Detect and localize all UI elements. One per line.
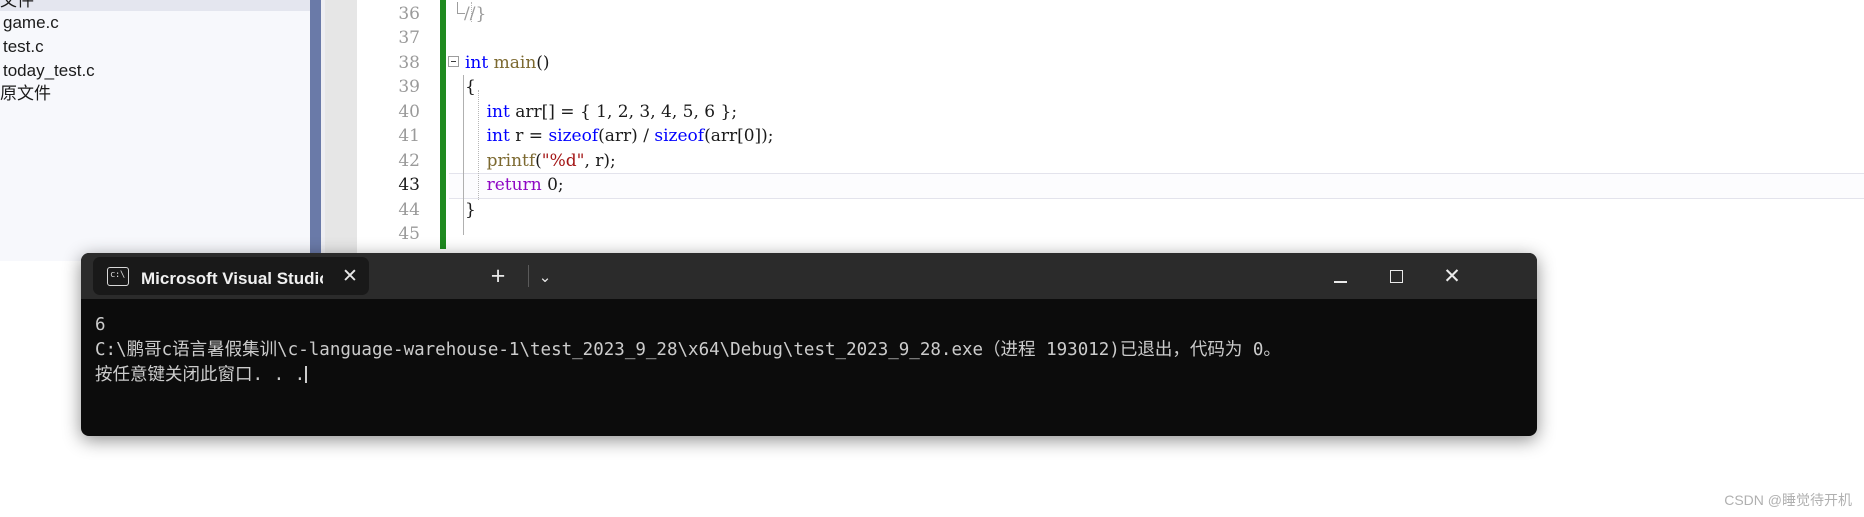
open-brace: { [465, 77, 476, 97]
line-number: 38 [398, 53, 420, 73]
console-output-line: C:\鹏哥c语言暑假集训\c-language-warehouse-1\test… [95, 340, 1281, 360]
line-number: 40 [398, 102, 420, 122]
keyword-sizeof: sizeof [654, 126, 705, 146]
function-name-printf: printf [486, 151, 536, 171]
code-line-38: int main() [465, 51, 550, 75]
chevron-down-icon[interactable]: ⌄ [532, 264, 558, 290]
solution-explorer-item-source-files[interactable]: 原文件 [0, 84, 51, 104]
keyword-return: return [486, 175, 542, 195]
line-number: 39 [398, 77, 420, 97]
solution-explorer-header-label: 文件 [0, 0, 34, 10]
sizeof-arg-element: (arr[0]); [704, 126, 774, 146]
code-comment: //} [464, 4, 487, 24]
line-number: 41 [398, 126, 420, 146]
code-line-40: int arr[] = { 1, 2, 3, 4, 5, 6 }; [465, 100, 737, 124]
string-literal: "%d" [541, 151, 585, 171]
keyword-sizeof: sizeof [548, 126, 599, 146]
console-output-line: 6 [95, 315, 106, 335]
solution-explorer-scrollbar-thumb[interactable] [310, 0, 321, 261]
solution-explorer-item-game-c[interactable]: game.c [3, 13, 59, 33]
console-prompt-text: 按任意键关闭此窗口. . . [95, 365, 306, 385]
line-number: 44 [398, 200, 420, 220]
code-line-42: printf("%d", r); [465, 149, 616, 173]
solution-explorer-header: 文件 [0, 0, 310, 11]
open-paren: ( [535, 151, 542, 171]
array-declaration: arr[] = { 1, 2, 3, 4, 5, 6 }; [509, 102, 738, 122]
function-name-main: main [493, 53, 537, 73]
new-tab-icon[interactable]: + [485, 263, 511, 289]
csdn-watermark: CSDN @睡觉待开机 [1724, 492, 1852, 508]
code-line-43: return 0; [465, 173, 564, 197]
keyword-int: int [486, 102, 510, 122]
console-window[interactable]: c:\ Microsoft Visual Studio 调试挡 ✕ + ⌄ ✕ … [81, 253, 1537, 436]
sizeof-arg: (arr) / [598, 126, 655, 146]
keyword-int: int [486, 126, 510, 146]
editor-left-gutter-strip [325, 0, 357, 261]
console-output-area[interactable]: 6 C:\鹏哥c语言暑假集训\c-language-warehouse-1\te… [81, 299, 1537, 436]
solution-explorer-item-test-c[interactable]: test.c [3, 37, 44, 57]
line-number-current: 43 [398, 175, 420, 195]
solution-explorer-item-today-test-c[interactable]: today_test.c [3, 61, 95, 81]
minimize-icon[interactable] [1312, 253, 1368, 299]
line-number: 42 [398, 151, 420, 171]
line-number: 37 [398, 28, 420, 48]
close-tab-icon[interactable]: ✕ [337, 263, 363, 289]
console-tab-title: Microsoft Visual Studio 调试挡 [141, 268, 323, 288]
assignment: r = [509, 126, 549, 146]
code-line-36: //} [464, 2, 486, 26]
code-line-39: { [465, 75, 476, 99]
close-brace: } [465, 200, 476, 220]
code-line-44: } [465, 198, 476, 222]
keyword-int: int [465, 53, 489, 73]
cmd-prompt-icon: c:\ [107, 266, 129, 286]
maximize-box [1389, 269, 1403, 283]
cmd-prompt-icon-glyph: c:\ [110, 269, 125, 280]
code-editor[interactable]: 36 37 38 39 40 41 42 43 44 45 //} int ma… [357, 0, 1864, 249]
console-caret [305, 366, 307, 383]
console-output-line: 按任意键关闭此窗口. . . [95, 363, 1537, 388]
line-number-gutter: 36 37 38 39 40 41 42 43 44 45 [357, 0, 428, 249]
maximize-icon[interactable] [1368, 253, 1424, 299]
line-number: 36 [398, 4, 420, 24]
parens: () [536, 53, 550, 73]
toolbar-divider [528, 265, 529, 287]
return-value: 0; [541, 175, 564, 195]
close-window-icon[interactable]: ✕ [1424, 253, 1480, 299]
code-text-area[interactable]: //} int main() { int arr[] = { 1, 2, 3, … [449, 0, 1864, 249]
code-line-41: int r = sizeof(arr) / sizeof(arr[0]); [465, 124, 774, 148]
printf-args: , r); [584, 151, 616, 171]
line-number: 45 [398, 224, 420, 244]
console-title-bar[interactable]: c:\ Microsoft Visual Studio 调试挡 ✕ + ⌄ ✕ [81, 253, 1537, 299]
minimize-bar [1333, 281, 1347, 283]
console-tab[interactable]: c:\ Microsoft Visual Studio 调试挡 ✕ [93, 257, 369, 295]
solution-explorer-panel: 文件 game.c test.c today_test.c 原文件 [0, 0, 310, 261]
